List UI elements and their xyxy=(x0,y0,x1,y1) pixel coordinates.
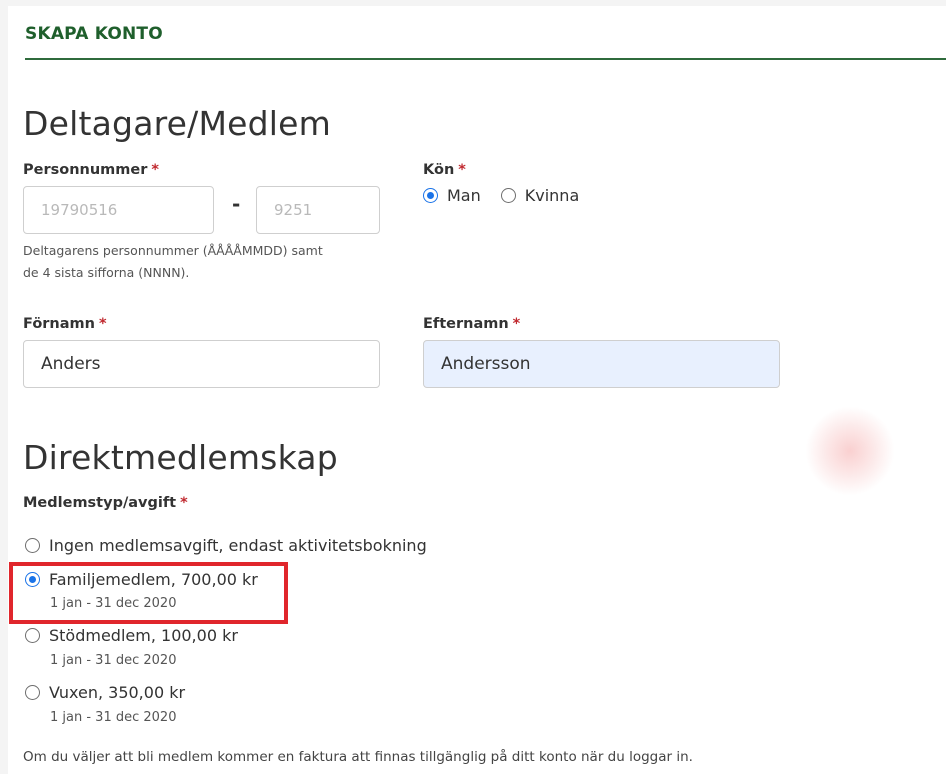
personnummer-separator: - xyxy=(232,192,241,216)
personnummer-hint-line2: de 4 sista sifforna (NNNN). xyxy=(23,265,190,280)
membership-option-label[interactable]: Vuxen, 350,00 kr xyxy=(49,683,185,702)
membership-option-3[interactable]: Vuxen, 350,00 kr xyxy=(25,683,185,702)
personnummer-hint-line1: Deltagarens personnummer (ÅÅÅÅMMDD) samt xyxy=(23,243,323,258)
membership-option-label[interactable]: Stödmedlem, 100,00 kr xyxy=(49,626,238,645)
membership-radio-stodmedlem[interactable] xyxy=(25,628,40,643)
membership-option-label[interactable]: Ingen medlemsavgift, endast aktivitetsbo… xyxy=(49,536,427,555)
first-name-input[interactable] xyxy=(23,340,380,388)
membership-option-1[interactable]: Familjemedlem, 700,00 kr xyxy=(25,570,258,589)
personnummer-label-text: Personnummer xyxy=(23,162,148,178)
membership-type-label-text: Medlemstyp/avgift xyxy=(23,495,177,511)
section-title-participant: Deltagare/Medlem xyxy=(23,104,332,143)
membership-radio-familjemedlem[interactable] xyxy=(25,572,40,587)
header-divider xyxy=(25,58,946,60)
personnummer-date-input[interactable] xyxy=(23,186,214,234)
required-marker: * xyxy=(512,316,521,332)
membership-option-period: 1 jan - 31 dec 2020 xyxy=(50,596,177,611)
gender-label-text: Kön xyxy=(423,162,455,178)
membership-option-period: 1 jan - 31 dec 2020 xyxy=(50,710,177,725)
first-name-label: Förnamn * xyxy=(23,316,107,332)
gender-radio-kvinna[interactable] xyxy=(500,188,516,203)
first-name-label-text: Förnamn xyxy=(23,316,95,332)
gender-option-kvinna-label[interactable]: Kvinna xyxy=(525,186,580,205)
required-marker: * xyxy=(151,162,159,178)
membership-option-0[interactable]: Ingen medlemsavgift, endast aktivitetsbo… xyxy=(25,536,427,555)
section-title-membership: Direktmedlemskap xyxy=(23,438,338,477)
required-marker: * xyxy=(458,162,466,178)
required-marker: * xyxy=(180,495,188,511)
page-header-title: SKAPA KONTO xyxy=(25,24,163,44)
membership-option-2[interactable]: Stödmedlem, 100,00 kr xyxy=(25,626,238,645)
personnummer-hint: Deltagarens personnummer (ÅÅÅÅMMDD) samt… xyxy=(23,240,323,284)
gender-label: Kön * xyxy=(423,162,466,178)
membership-radio-vuxen[interactable] xyxy=(25,685,40,700)
required-marker: * xyxy=(98,316,107,332)
membership-option-period: 1 jan - 31 dec 2020 xyxy=(50,653,177,668)
last-name-input[interactable] xyxy=(423,340,780,388)
gender-options: Man Kvinna xyxy=(423,186,579,205)
personnummer-label: Personnummer * xyxy=(23,162,159,178)
decorative-blur xyxy=(805,406,895,496)
gender-option-man-label[interactable]: Man xyxy=(447,186,481,205)
membership-invoice-note: Om du väljer att bli medlem kommer en fa… xyxy=(23,749,693,765)
create-account-panel: SKAPA KONTO Deltagare/Medlem Personnumme… xyxy=(8,6,946,774)
last-name-label-text: Efternamn xyxy=(423,316,509,332)
membership-option-label[interactable]: Familjemedlem, 700,00 kr xyxy=(49,570,258,589)
gender-radio-man[interactable] xyxy=(423,188,438,203)
personnummer-last4-input[interactable] xyxy=(256,186,380,234)
last-name-label: Efternamn * xyxy=(423,316,520,332)
membership-type-label: Medlemstyp/avgift * xyxy=(23,495,188,511)
membership-radio-none[interactable] xyxy=(25,538,40,553)
